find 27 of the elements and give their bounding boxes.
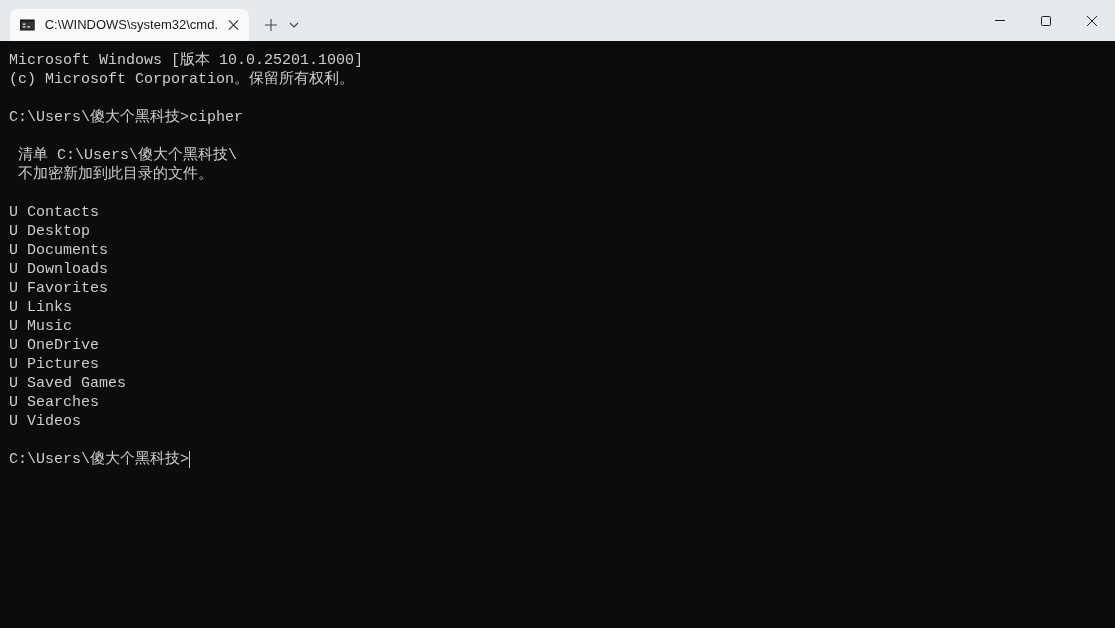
console-line: U Pictures	[9, 355, 99, 374]
terminal-tab[interactable]: C:\WINDOWS\system32\cmd.	[10, 9, 249, 41]
console-line: U Contacts	[9, 203, 99, 222]
console-line: Microsoft Windows [版本 10.0.25201.1000]	[9, 51, 364, 70]
console-line: U Desktop	[9, 222, 90, 241]
console-line: U Links	[9, 298, 72, 317]
chevron-down-icon[interactable]	[289, 22, 299, 28]
text-cursor	[189, 451, 190, 468]
console-line: U Downloads	[9, 260, 109, 279]
console-line: U OneDrive	[9, 336, 99, 355]
console-line: (c) Microsoft Corporation。保留所有权利。	[9, 70, 355, 89]
console-line: U Saved Games	[9, 374, 127, 393]
console-line: 清单 C:\Users\傻大个黑科技\	[17, 146, 238, 165]
close-icon[interactable]	[1087, 15, 1097, 26]
console-line: U Favorites	[9, 279, 109, 298]
tab-title: C:\WINDOWS\system32\cmd.	[44, 16, 218, 35]
command-prompt: C:\Users\傻大个黑科技>	[9, 450, 189, 469]
console-line: U Videos	[9, 412, 81, 431]
console-line: U Music	[9, 317, 72, 336]
console-line: 不加密新加到此目录的文件。	[17, 165, 213, 184]
console-line: U Searches	[9, 393, 99, 412]
console-line: C:\Users\傻大个黑科技>cipher	[9, 108, 244, 127]
plus-icon[interactable]	[265, 19, 277, 31]
maximize-icon[interactable]	[1041, 15, 1051, 26]
console-line: U Documents	[9, 241, 109, 260]
terminal-icon	[20, 19, 35, 31]
close-icon[interactable]	[228, 19, 239, 31]
